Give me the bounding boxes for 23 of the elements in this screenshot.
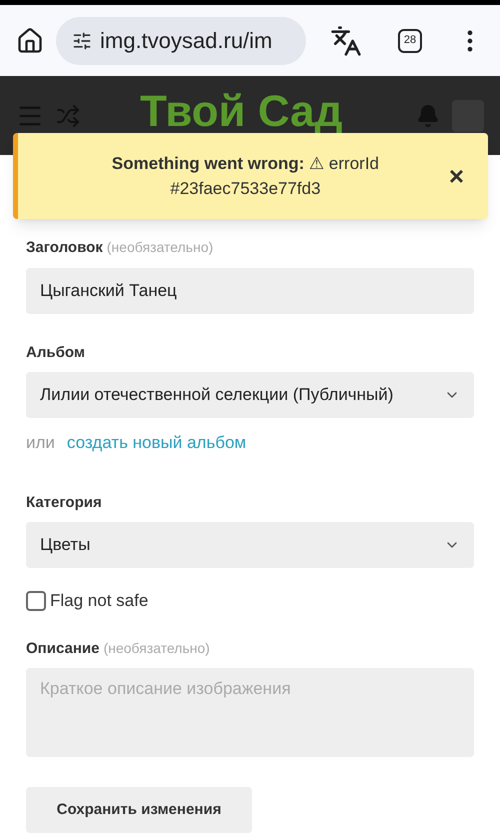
site-logo[interactable]: Твой Сад: [140, 90, 343, 134]
error-message: Something went wrong: ⚠ errorId #23faec7533e77fd3: [110, 153, 380, 200]
checkbox[interactable]: [26, 590, 46, 611]
field-label: Описание: [26, 638, 100, 658]
tab-count-button[interactable]: 28: [398, 28, 422, 52]
description-field[interactable]: Краткое описание изображения: [26, 668, 474, 757]
optional-hint: (необязательно): [106, 238, 214, 257]
optional-hint: (необязательно): [103, 638, 210, 658]
field-label: Альбом: [26, 342, 85, 362]
or-text: или: [26, 432, 55, 454]
translate-icon[interactable]: [330, 24, 362, 56]
url-text: img.tvoysad.ru/im: [100, 27, 272, 55]
title-input[interactable]: Цыганский Танец: [26, 268, 474, 314]
save-button[interactable]: Сохранить изменения: [26, 787, 252, 833]
address-bar[interactable]: img.tvoysad.ru/im: [56, 16, 306, 64]
category-select[interactable]: Цветы: [26, 522, 474, 568]
home-icon[interactable]: [16, 26, 44, 54]
field-label: Заголовок: [26, 238, 103, 258]
checkbox-label: Flag not safe: [50, 590, 148, 612]
field-label: Категория: [26, 492, 102, 512]
site-settings-icon[interactable]: [72, 30, 92, 50]
album-select[interactable]: Лилии отечественной селекции (Публичный): [26, 372, 474, 418]
close-button[interactable]: ×: [448, 163, 464, 189]
